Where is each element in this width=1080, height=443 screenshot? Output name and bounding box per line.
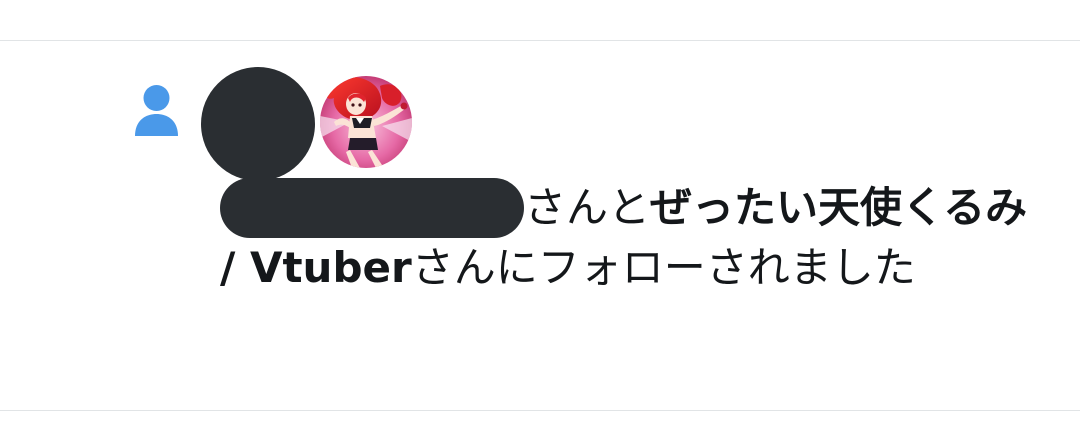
notification-message: さんとぜったい天使くるみ / Vtuberさんにフォローされました <box>220 178 1040 298</box>
redacted-avatar[interactable] <box>201 67 315 181</box>
divider-bottom <box>0 410 1080 411</box>
redacted-username[interactable] <box>220 178 524 238</box>
person-icon <box>135 85 178 136</box>
anime-avatar-image <box>320 76 412 168</box>
notification-page: さんとぜったい天使くるみ / Vtuberさんにフォローされました <box>0 0 1080 443</box>
message-connector: さんと <box>524 183 651 232</box>
anime-avatar[interactable] <box>320 76 412 168</box>
message-suffix: さんにフォローされました <box>411 243 916 292</box>
